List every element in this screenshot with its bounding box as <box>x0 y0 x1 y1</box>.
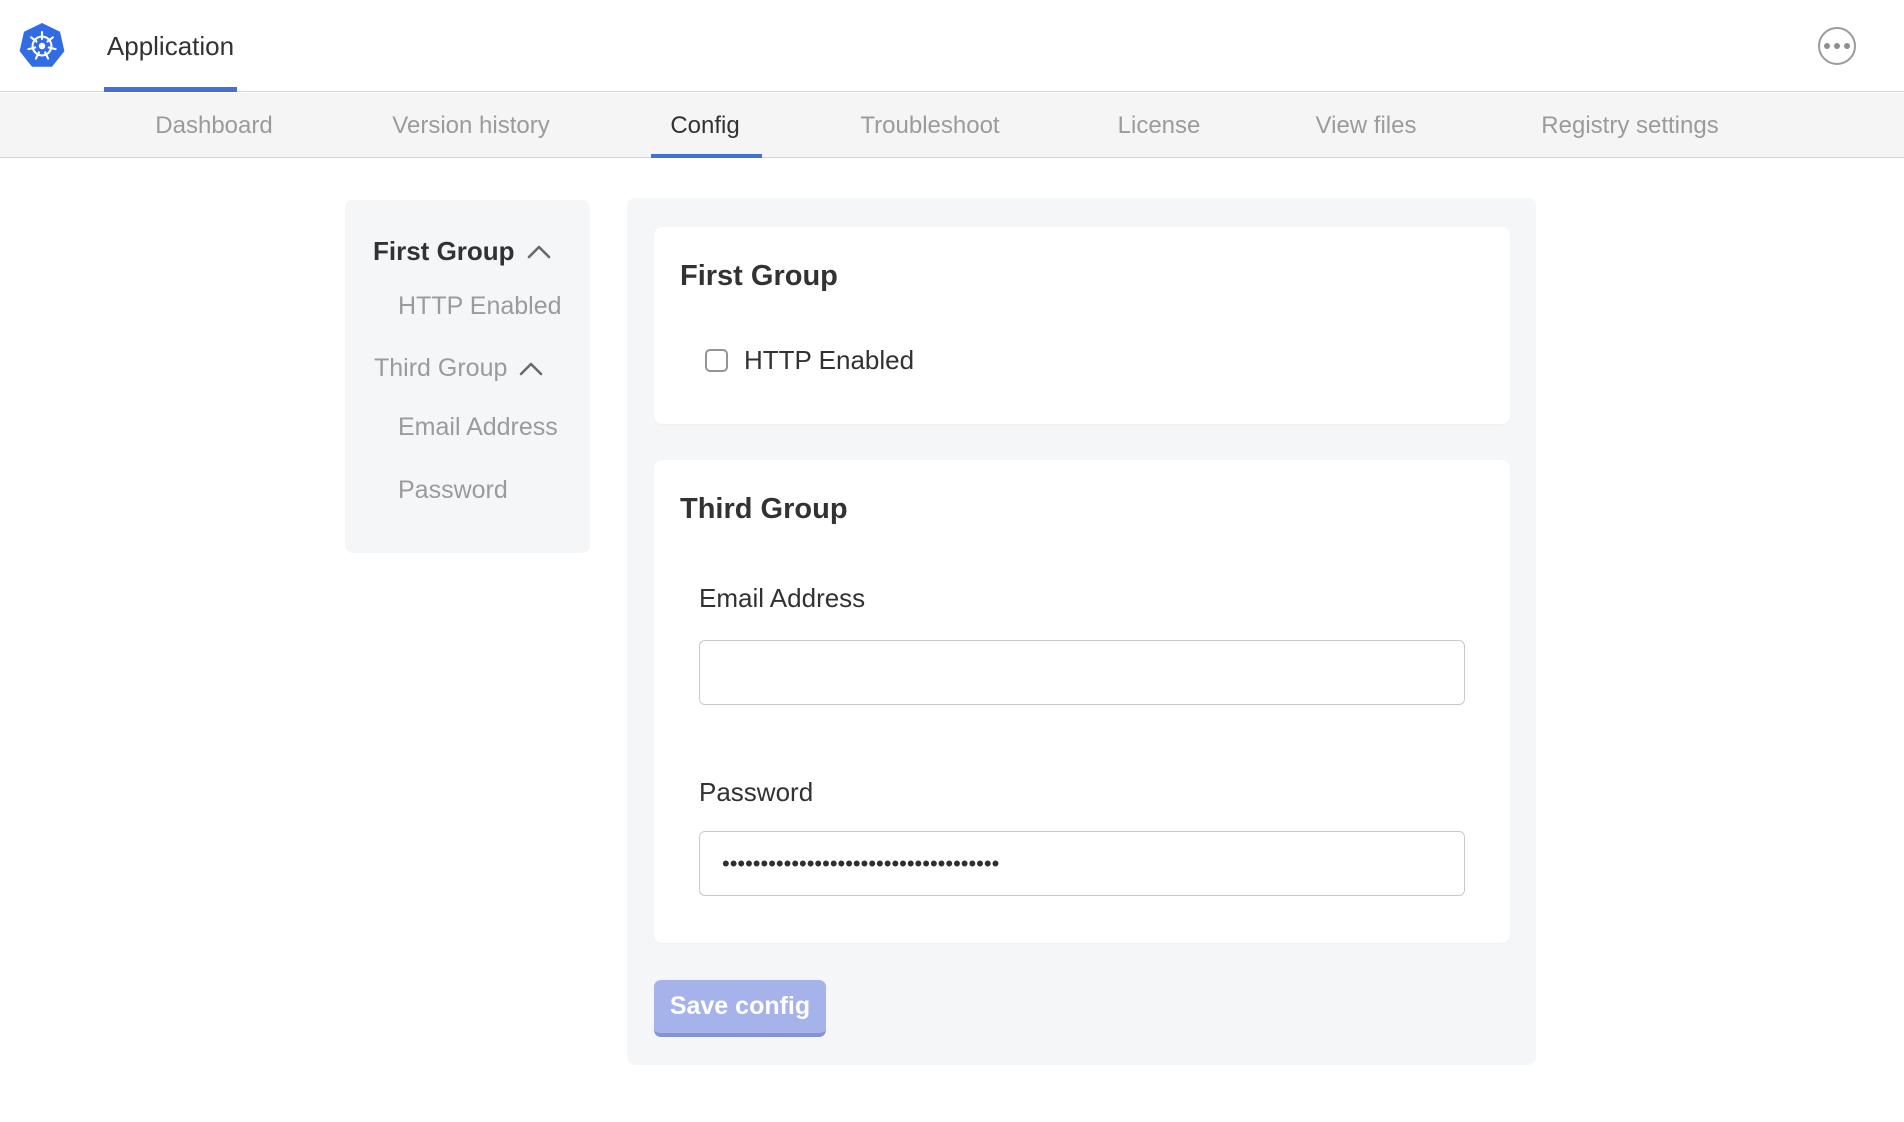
kubernetes-logo-icon <box>18 22 66 70</box>
sidebar-item-label: Password <box>398 476 508 505</box>
sidebar-group-first-group[interactable]: First Group <box>373 236 551 267</box>
tab-config[interactable]: Config <box>670 93 739 158</box>
sidebar-group-label: Third Group <box>374 354 507 383</box>
sidebar-item-password[interactable]: Password <box>398 476 508 505</box>
email-address-label: Email Address <box>699 583 865 614</box>
config-group-first-group: First Group HTTP Enabled <box>654 227 1510 424</box>
sidebar-item-email-address[interactable]: Email Address <box>398 413 558 442</box>
ellipsis-icon <box>1824 43 1830 49</box>
tab-version-history[interactable]: Version history <box>392 93 549 158</box>
sidebar-item-label: HTTP Enabled <box>398 292 562 321</box>
config-sidebar: First Group HTTP Enabled Third Group Ema… <box>345 200 590 553</box>
active-tab-underline <box>104 87 237 92</box>
tab-license[interactable]: License <box>1118 93 1201 158</box>
sidebar-group-label: First Group <box>373 236 515 267</box>
http-enabled-checkbox[interactable] <box>705 349 728 372</box>
tab-dashboard[interactable]: Dashboard <box>155 93 272 158</box>
active-subnav-underline <box>651 154 762 158</box>
chevron-up-icon <box>519 362 543 376</box>
group-title: First Group <box>680 260 838 293</box>
sidebar-item-label: Email Address <box>398 413 558 442</box>
tab-view-files[interactable]: View files <box>1316 93 1417 158</box>
sidebar-group-third-group[interactable]: Third Group <box>374 354 543 383</box>
save-config-label: Save config <box>670 992 810 1020</box>
chevron-up-icon <box>527 245 551 259</box>
config-content: First Group HTTP Enabled Third Group Ema… <box>627 198 1536 1065</box>
tab-registry-settings[interactable]: Registry settings <box>1541 93 1718 158</box>
tab-application-label: Application <box>107 31 234 62</box>
group-title: Third Group <box>680 493 848 526</box>
app-window: Application Dashboard Version history Co… <box>0 0 1904 1122</box>
tab-troubleshoot[interactable]: Troubleshoot <box>860 93 999 158</box>
http-enabled-label: HTTP Enabled <box>744 345 914 376</box>
tab-application[interactable]: Application <box>104 0 237 92</box>
overflow-menu-button[interactable] <box>1818 27 1856 65</box>
app-subnav: Dashboard Version history Config Trouble… <box>0 93 1904 158</box>
app-header: Application <box>0 0 1904 92</box>
save-config-button[interactable]: Save config <box>654 980 826 1037</box>
sidebar-item-http-enabled[interactable]: HTTP Enabled <box>398 292 562 321</box>
config-group-third-group: Third Group Email Address Password <box>654 460 1510 943</box>
email-address-input[interactable] <box>699 640 1465 705</box>
password-label: Password <box>699 777 813 808</box>
http-enabled-field: HTTP Enabled <box>705 345 914 376</box>
password-input[interactable] <box>699 831 1465 896</box>
